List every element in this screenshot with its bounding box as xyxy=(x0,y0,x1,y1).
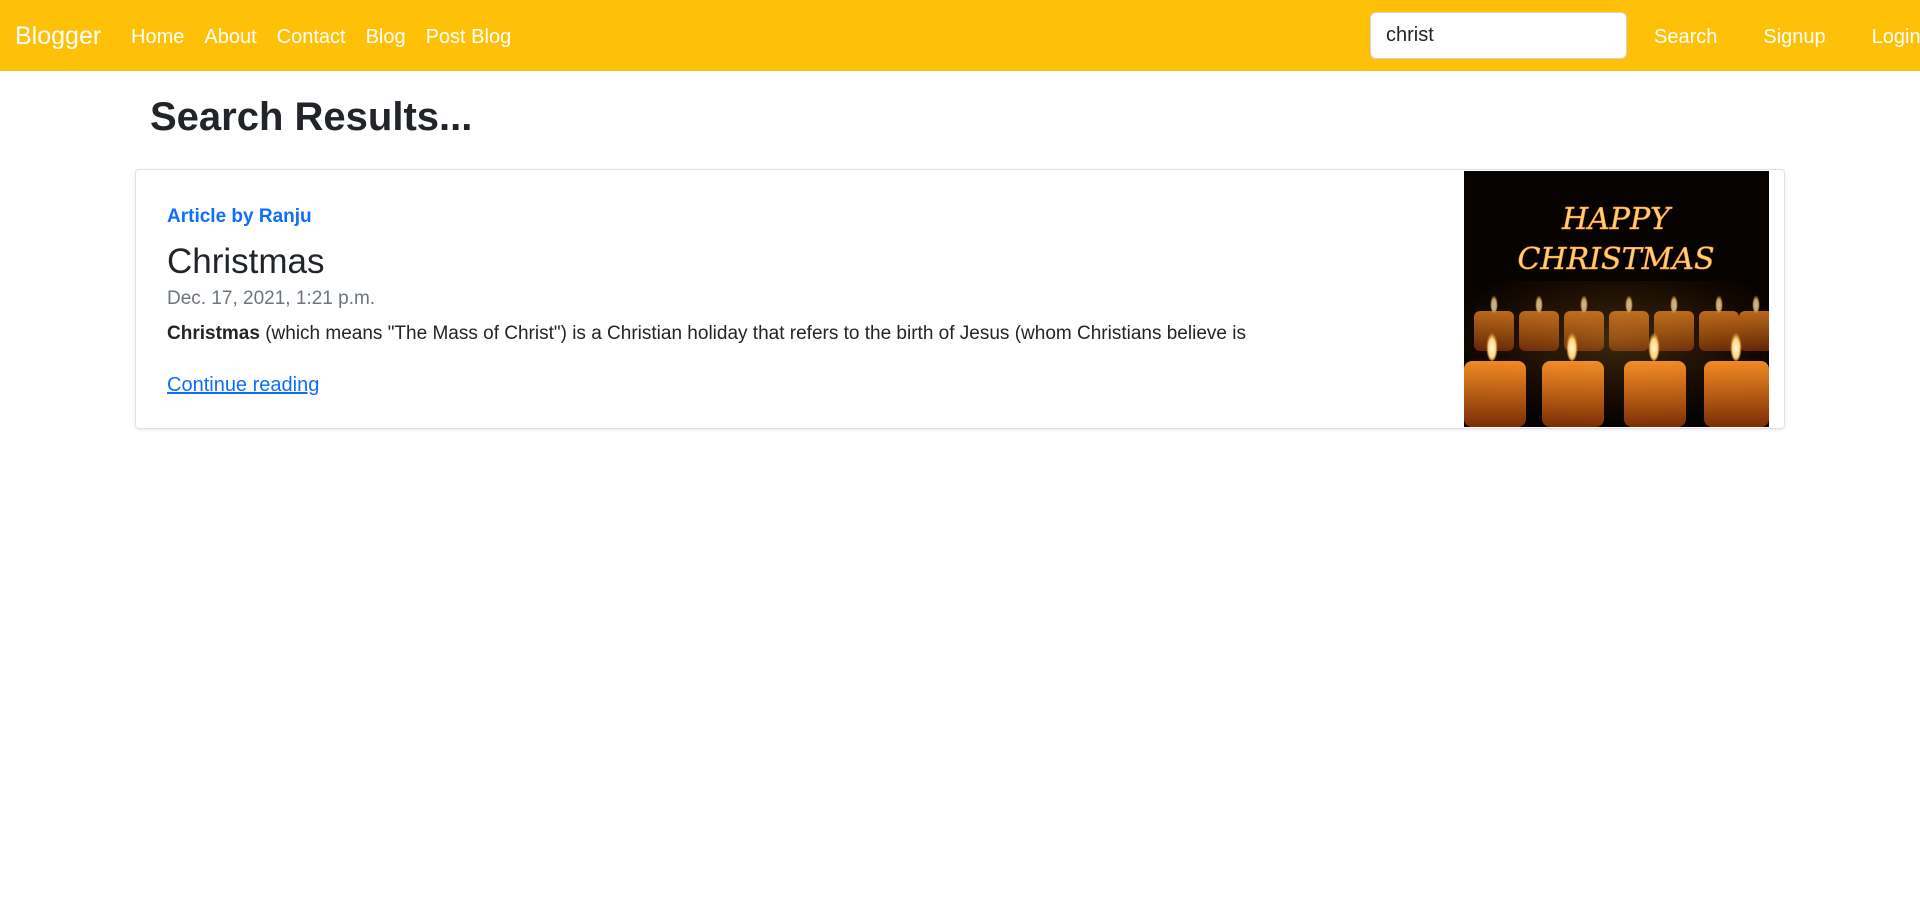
nav-contact[interactable]: Contact xyxy=(277,24,346,50)
search-button[interactable]: Search xyxy=(1654,24,1717,50)
brand-logo[interactable]: Blogger xyxy=(15,20,101,52)
nav-about[interactable]: About xyxy=(204,24,256,50)
article-title: Christmas xyxy=(167,242,325,281)
thumbnail-text-2: CHRISTMAS xyxy=(1517,242,1714,277)
nav-blog[interactable]: Blog xyxy=(366,24,406,50)
nav-post-blog[interactable]: Post Blog xyxy=(426,24,512,50)
login-link[interactable]: Login xyxy=(1872,24,1920,50)
nav-actions: Search Signup Login xyxy=(1654,24,1920,50)
article-date: Dec. 17, 2021, 1:21 p.m. xyxy=(167,288,376,309)
excerpt-text: (which means "The Mass of Christ") is a … xyxy=(259,323,1246,344)
thumbnail-text-1: HAPPY xyxy=(1561,202,1673,237)
result-card: Article by Ranju Christmas Dec. 17, 2021… xyxy=(135,169,1785,429)
article-excerpt: Christmas (which means "The Mass of Chri… xyxy=(167,322,1246,346)
article-thumbnail: HAPPY CHRISTMAS xyxy=(1464,171,1769,427)
signup-link[interactable]: Signup xyxy=(1763,24,1825,50)
page-title: Search Results... xyxy=(150,95,473,139)
excerpt-bold: Christmas xyxy=(167,323,260,344)
top-navbar: Blogger Home About Contact Blog Post Blo… xyxy=(0,0,1920,71)
nav-links: Home About Contact Blog Post Blog xyxy=(131,24,511,50)
nav-home[interactable]: Home xyxy=(131,24,184,50)
article-author: Article by Ranju xyxy=(167,206,312,227)
continue-reading-link[interactable]: Continue reading xyxy=(167,372,319,398)
search-input[interactable] xyxy=(1370,12,1627,59)
